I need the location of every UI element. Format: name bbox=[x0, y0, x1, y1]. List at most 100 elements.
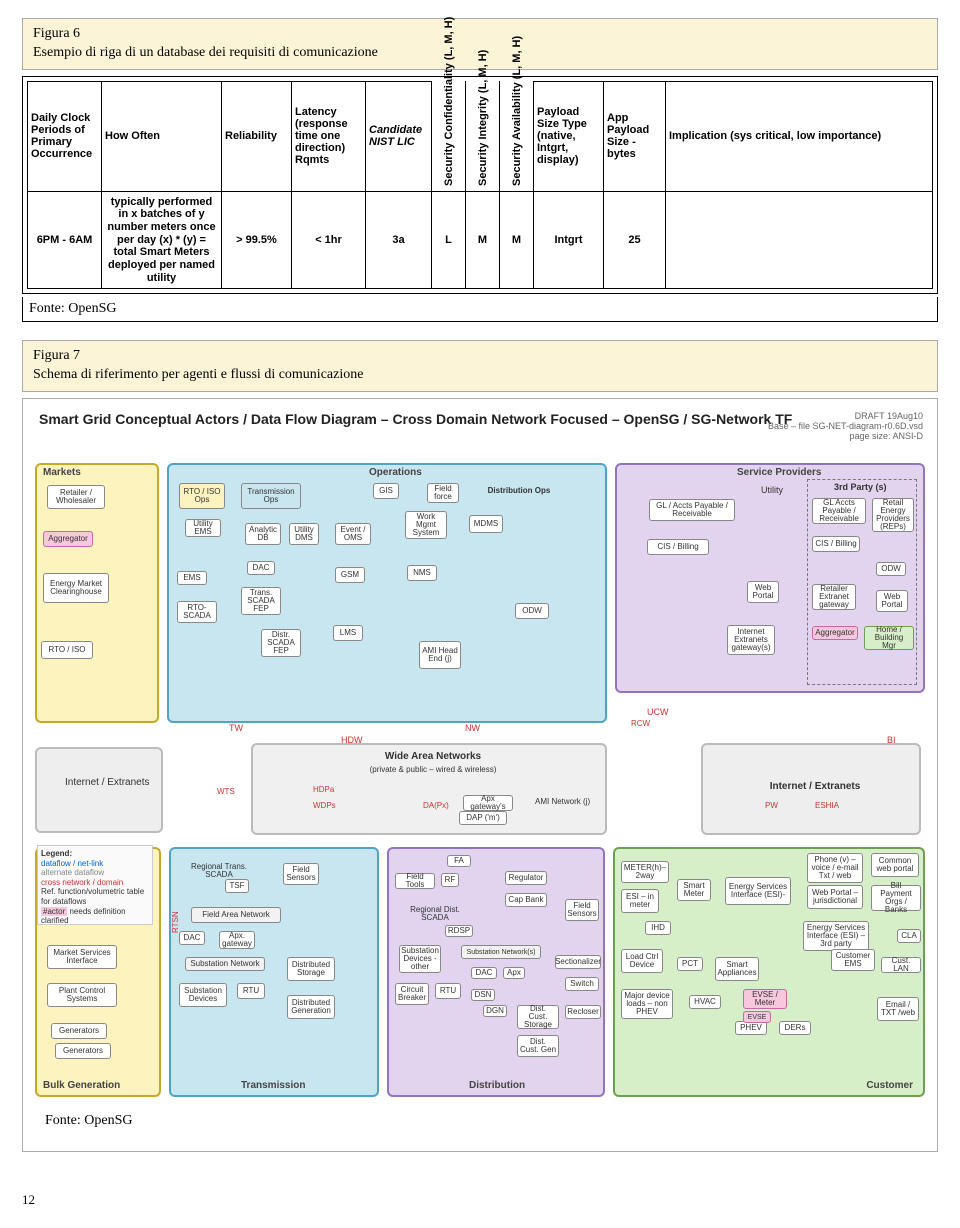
node-phone: Phone (v) – voice / e-mail Txt / web bbox=[807, 853, 863, 883]
cell-latency: < 1hr bbox=[292, 191, 366, 288]
node-esi2: Energy Services Interface (ESI) – 3rd pa… bbox=[803, 921, 869, 951]
diagram-title: Smart Grid Conceptual Actors / Data Flow… bbox=[39, 411, 792, 427]
node-fld-sens-d: Field Sensors bbox=[565, 899, 599, 921]
node-fld-sens-t: Field Sensors bbox=[283, 863, 319, 885]
label-tw: TW bbox=[229, 723, 243, 733]
smart-grid-diagram: Smart Grid Conceptual Actors / Data Flow… bbox=[31, 407, 931, 1107]
col-reliability: Reliability bbox=[222, 81, 292, 191]
col-sec-avail: Security Availability (L, M, H) bbox=[500, 81, 534, 191]
node-work-mgmt: Work Mgmt System bbox=[405, 511, 447, 539]
node-cis-billing: CIS / Billing bbox=[647, 539, 709, 555]
col-sec-conf: Security Confidentiality (L, M, H) bbox=[432, 81, 466, 191]
node-rtoiso-ops: RTO / ISO Ops bbox=[179, 483, 225, 509]
node-odw: ODW bbox=[515, 603, 549, 619]
node-nms: NMS bbox=[407, 565, 437, 581]
cell-nist: 3a bbox=[366, 191, 432, 288]
node-rf: RF bbox=[441, 873, 459, 887]
node-meter2: METER(h)– 2way bbox=[621, 861, 669, 883]
node-retailer: Retailer / Wholesaler bbox=[47, 485, 105, 509]
node-dac3: DAC bbox=[471, 967, 497, 979]
cell-avail: M bbox=[500, 191, 534, 288]
table-header-row: Daily Clock Periods of Primary Occurrenc… bbox=[28, 81, 933, 191]
node-dgn: DGN bbox=[483, 1005, 507, 1017]
figure7-header: Figura 7 Schema di riferimento per agent… bbox=[22, 340, 938, 392]
node-emc: Energy Market Clearinghouse bbox=[43, 573, 109, 603]
node-gl-tp: GL Accts Payable / Receivable bbox=[812, 498, 866, 524]
figure6-source: Fonte: OpenSG bbox=[22, 297, 938, 322]
label-dist-ops: Distribution Ops bbox=[485, 483, 553, 499]
zone-markets: Markets Retailer / Wholesaler Aggregator… bbox=[35, 463, 159, 723]
label-bi: BI bbox=[887, 735, 896, 745]
node-rdsp: RDSP bbox=[445, 925, 473, 937]
node-rtu: RTU bbox=[237, 983, 265, 999]
cell-period: 6PM - 6AM bbox=[28, 191, 102, 288]
zone-wan: Wide Area Networks (private & public – w… bbox=[251, 743, 607, 835]
node-rdsn: Substation Network(s) bbox=[461, 945, 541, 959]
node-internet-gw: Internet Extranets gateway(s) bbox=[727, 625, 775, 655]
node-lms: LMS bbox=[333, 625, 363, 641]
node-webportal-sp: Web Portal bbox=[747, 581, 779, 603]
node-evse: EVSE bbox=[743, 1011, 771, 1023]
node-home-bldg: Home / Building Mgr bbox=[864, 626, 914, 650]
node-sub-dev: Substation Devices bbox=[179, 983, 227, 1007]
node-aggregator: Aggregator bbox=[43, 531, 93, 547]
cell-psize: 25 bbox=[604, 191, 666, 288]
node-pct: PCT bbox=[677, 957, 703, 971]
node-generators2: Generators bbox=[55, 1043, 111, 1059]
node-utility-dms: Utility DMS bbox=[289, 523, 319, 545]
cell-conf: L bbox=[432, 191, 466, 288]
node-dist-cust-stor: Dist. Cust. Storage bbox=[517, 1005, 559, 1029]
node-esi: Energy Services Interface (ESI)- bbox=[725, 877, 791, 905]
node-ems: EMS bbox=[177, 571, 207, 585]
node-rep: Retail Energy Providers (REPs) bbox=[872, 498, 914, 532]
diagram-frame: Smart Grid Conceptual Actors / Data Flow… bbox=[22, 398, 938, 1152]
col-sec-int: Security Integrity (L, M, H) bbox=[466, 81, 500, 191]
node-common: Common web portal bbox=[871, 853, 919, 877]
node-cust-lan: Cust. LAN bbox=[881, 957, 921, 973]
zone-transmission: Transmission Regional Trans. SCADA TSF F… bbox=[169, 847, 379, 1097]
node-apx2: Apx bbox=[503, 967, 525, 979]
node-fan: Field Area Network bbox=[191, 907, 281, 923]
node-rto-scada: RTO-SCADA bbox=[177, 601, 217, 623]
node-cis-tp: CIS / Billing bbox=[812, 536, 860, 552]
node-rtoiso: RTO / ISO bbox=[41, 641, 93, 659]
figure7-source: Fonte: OpenSG bbox=[31, 1107, 929, 1143]
col-daily-clock: Daily Clock Periods of Primary Occurrenc… bbox=[28, 81, 102, 191]
node-fa: FA bbox=[447, 855, 471, 867]
node-iho: IHD bbox=[645, 921, 671, 935]
zone-operations: Operations RTO / ISO Ops Utility EMS EMS… bbox=[167, 463, 607, 723]
node-generators: Generators bbox=[51, 1023, 107, 1039]
node-webportal-j: Web Portal – jurisdictional bbox=[807, 885, 863, 909]
label-rcw: RCW bbox=[631, 719, 650, 728]
node-dsn: DSN bbox=[471, 989, 495, 1001]
label-ucw: UCW bbox=[647, 707, 669, 717]
node-field-force: Field force bbox=[427, 483, 459, 503]
label-rdn: Regional Dist. SCADA bbox=[395, 907, 475, 921]
node-billpay: Bill Payment Orgs / Banks bbox=[871, 885, 921, 911]
label-eshia: ESHIA bbox=[815, 801, 839, 810]
col-payload-size: App Payload Size - bytes bbox=[604, 81, 666, 191]
label-dapx: DA(Px) bbox=[423, 801, 449, 810]
node-apx-gw2: Apx gateway's bbox=[463, 795, 513, 811]
node-dap: DAP ('m') bbox=[459, 811, 507, 825]
node-maj-dev: Major device loads – non PHEV bbox=[621, 989, 673, 1019]
node-phev: PHEV bbox=[735, 1021, 767, 1035]
zone-distribution: Distribution FA Field Tools RF Regional … bbox=[387, 847, 605, 1097]
node-mdms: MDMS bbox=[469, 515, 503, 533]
label-ami-net: AMI Network (j) bbox=[535, 797, 590, 806]
node-evse-m: EVSE / Meter bbox=[743, 989, 787, 1009]
node-pcs: Plant Control Systems bbox=[47, 983, 117, 1007]
label-utility: Utility bbox=[761, 485, 783, 495]
node-cla: CLA bbox=[897, 929, 921, 943]
col-payload-type: Payload Size Type (native, Intgrt, displ… bbox=[534, 81, 604, 191]
diagram-draft-note: DRAFT 19Aug10 Base – file SG-NET-diagram… bbox=[768, 411, 923, 441]
diagram-legend: Legend: dataflow / net-link alternate da… bbox=[37, 845, 153, 925]
label-wts: WTS bbox=[217, 787, 235, 796]
zone-internet1: Internet / Extranets bbox=[35, 747, 163, 833]
node-rtu2: RTU bbox=[435, 983, 461, 999]
figure7-subtitle: Schema di riferimento per agenti e fluss… bbox=[33, 366, 927, 385]
node-dist-cust-gen: Dist. Cust. Gen bbox=[517, 1035, 559, 1057]
label-rtn2: RTSN bbox=[171, 911, 180, 933]
node-retailer-ext: Retailer Extranet gateway bbox=[812, 584, 856, 610]
node-regulator: Regulator bbox=[505, 871, 547, 885]
